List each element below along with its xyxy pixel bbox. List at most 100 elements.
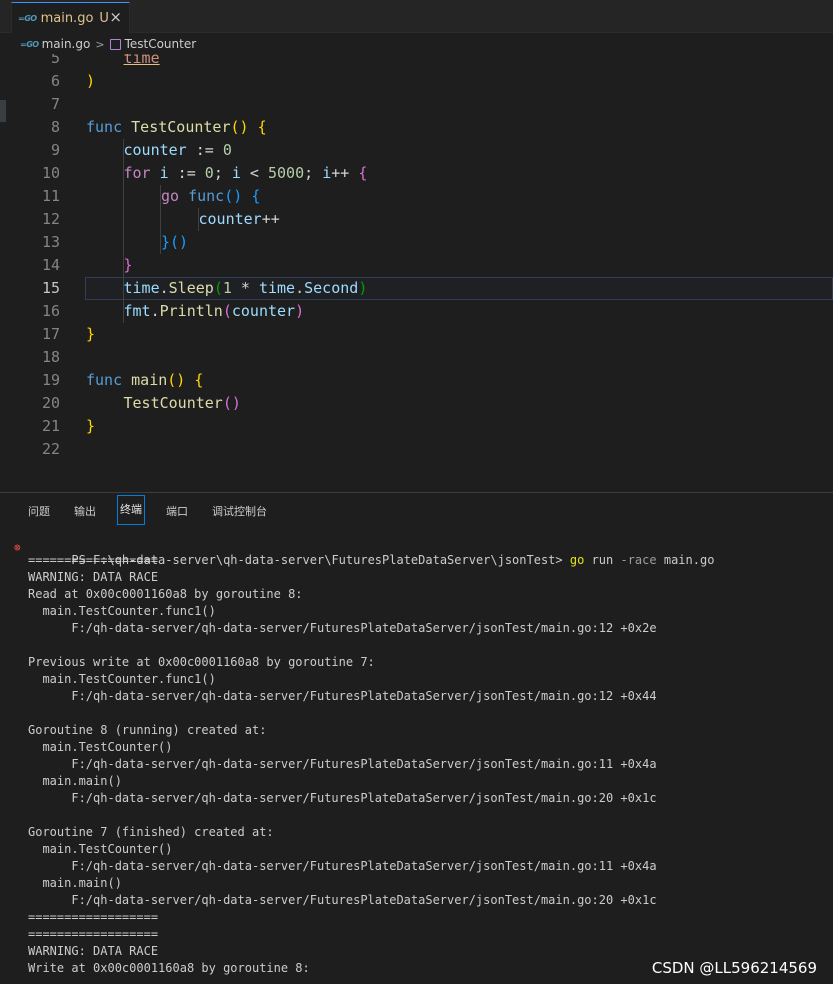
line-number: 17: [41, 325, 60, 343]
tab-ports[interactable]: 端口: [166, 503, 188, 519]
command: go: [569, 553, 585, 567]
indent-guide: [122, 139, 124, 323]
untracked-badge: U: [99, 10, 109, 26]
terminal-line: main.TestCounter(): [28, 740, 173, 754]
code-line: 18: [0, 346, 833, 369]
terminal-line: Goroutine 7 (finished) created at:: [28, 825, 274, 839]
line-code: TestCounter(): [123, 394, 241, 412]
code-line: 15 time.Sleep(1 * time.Second): [0, 277, 833, 300]
terminal-line: main.TestCounter.func1(): [28, 672, 216, 686]
terminal-line: ==================: [28, 910, 159, 924]
line-number: 20: [41, 394, 60, 412]
code-line: 19 func main() {: [0, 369, 833, 392]
code-line: 22: [0, 438, 833, 461]
code-line: 8 func TestCounter() {: [0, 116, 833, 139]
code-line: 14}: [0, 254, 833, 277]
terminal-line: Read at 0x00c0001160a8 by goroutine 8:: [28, 587, 303, 601]
indent-guide: [160, 185, 161, 254]
breadcrumb: =GO main.go > TestCounter: [0, 34, 833, 54]
terminal-line: F:/qh-data-server/qh-data-server/Futures…: [28, 791, 657, 805]
editor-tab-bar: =GO main.go U ×: [0, 0, 833, 33]
line-code: counter := 0: [123, 141, 232, 159]
code-editor[interactable]: 5 time 6) 7 8 func TestCounter() { 9 counter :=…: [0, 54, 833, 492]
terminal-prompt-line: ⊗ PS F:\qh-data-server\qh-data-server\Fut…: [0, 535, 833, 567]
terminal-line: main.main(): [28, 876, 122, 890]
line-code: ): [86, 72, 96, 90]
code-line: 13 }(): [0, 231, 833, 254]
symbol-method-icon: [109, 38, 121, 50]
code-line: 21}: [0, 415, 833, 438]
breadcrumb-symbol[interactable]: TestCounter: [125, 37, 197, 51]
code-line: 6): [0, 70, 833, 93]
code-line: 10 for i := 0; i < 5000; i++ {: [0, 162, 833, 185]
code-line: 7: [0, 93, 833, 116]
line-number: 16: [41, 302, 60, 320]
tab-problems[interactable]: 问题: [28, 503, 50, 519]
command-arg: main.go: [663, 553, 715, 567]
terminal-output[interactable]: ⊗ PS F:\qh-data-server\qh-data-server\Fut…: [0, 535, 833, 977]
terminal-line: ==================: [28, 927, 159, 941]
line-number: 13: [41, 233, 60, 251]
line-code: time: [123, 54, 160, 67]
terminal-line: Goroutine 8 (running) created at:: [28, 723, 267, 737]
terminal-line: main.TestCounter.func1(): [28, 604, 216, 618]
prompt: PS F:\qh-data-server\qh-data-server\Futu…: [71, 553, 563, 567]
error-circle-icon: ⊗: [14, 541, 21, 554]
line-number: 18: [41, 348, 60, 366]
line-number: 8: [50, 118, 60, 136]
code-line: 11 go func() {: [0, 185, 833, 208]
terminal-line: Previous write at 0x00c0001160a8 by goro…: [28, 655, 375, 669]
line-code: go func() {: [161, 187, 261, 205]
line-number: 22: [41, 440, 60, 458]
line-code: func TestCounter() {: [86, 118, 267, 136]
line-number: 15: [41, 279, 60, 297]
line-code: for i := 0; i < 5000; i++ {: [123, 164, 368, 182]
tab-output[interactable]: 输出: [74, 503, 96, 519]
line-number: 9: [50, 141, 60, 159]
code-line: 9 counter := 0: [0, 139, 833, 162]
line-number: 7: [50, 95, 60, 113]
tab-label: main.go: [40, 10, 94, 26]
terminal-line: main.main(): [28, 774, 122, 788]
terminal-line: main.TestCounter(): [28, 842, 173, 856]
line-number: 14: [41, 256, 60, 274]
line-code: counter++: [198, 210, 280, 228]
line-number: 21: [41, 417, 60, 435]
panel-tabs: 问题 输出 终端 端口 调试控制台: [0, 493, 833, 529]
bottom-panel: 问题 输出 终端 端口 调试控制台 ⊗ PS F:\qh-data-server\…: [0, 492, 833, 984]
terminal-line: F:/qh-data-server/qh-data-server/Futures…: [28, 689, 657, 703]
close-icon[interactable]: ×: [109, 8, 122, 26]
line-number: 6: [50, 72, 60, 90]
indent-guide: [197, 208, 199, 231]
terminal-line: WARNING: DATA RACE: [28, 570, 159, 584]
tab-debug-console[interactable]: 调试控制台: [212, 503, 267, 519]
code-line: 12 counter++: [0, 208, 833, 231]
terminal-line: WARNING: DATA RACE: [28, 944, 159, 958]
line-number: 12: [41, 210, 60, 228]
line-number: 10: [41, 164, 60, 182]
code-line: 5 time: [0, 54, 833, 70]
terminal-line: F:/qh-data-server/qh-data-server/Futures…: [28, 621, 657, 635]
terminal-line: F:/qh-data-server/qh-data-server/Futures…: [28, 859, 657, 873]
code-line: 20 TestCounter(): [0, 392, 833, 415]
line-number: 5: [50, 54, 60, 67]
breadcrumb-file[interactable]: main.go: [42, 37, 91, 51]
line-code: }: [86, 417, 96, 435]
code-line: 17}: [0, 323, 833, 346]
tab-main-go[interactable]: =GO main.go U ×: [11, 2, 130, 33]
line-code: }(): [161, 233, 189, 251]
line-code: time.Sleep(1 * time.Second): [123, 279, 368, 297]
line-number: 19: [41, 371, 60, 389]
chevron-right-icon: >: [95, 37, 105, 51]
line-number: 11: [41, 187, 60, 205]
tab-terminal[interactable]: 终端: [117, 495, 145, 525]
terminal-line: F:/qh-data-server/qh-data-server/Futures…: [28, 893, 657, 907]
terminal-line: F:/qh-data-server/qh-data-server/Futures…: [28, 757, 657, 771]
command-flag: -race: [620, 553, 657, 567]
go-file-icon: =GO: [18, 13, 37, 23]
go-file-icon: =GO: [20, 39, 39, 49]
line-code: }: [123, 256, 133, 274]
